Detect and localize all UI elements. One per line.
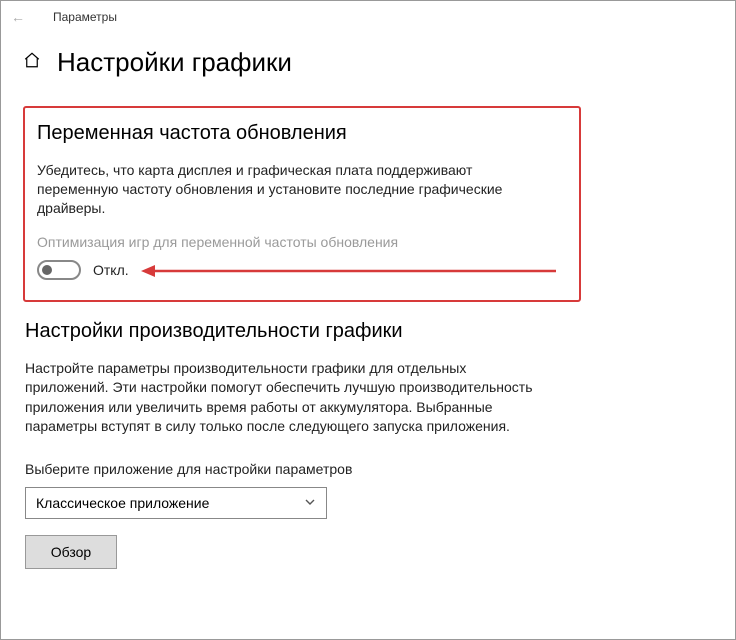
content-area: Настройки графики Переменная частота обн… bbox=[1, 33, 735, 589]
perf-description: Настройте параметры производительности г… bbox=[25, 359, 545, 437]
back-icon[interactable]: ← bbox=[11, 9, 31, 25]
page-header: Настройки графики bbox=[23, 47, 715, 78]
vrr-description: Убедитесь, что карта дисплея и графическ… bbox=[37, 161, 547, 218]
vrr-section-highlight: Переменная частота обновления Убедитесь,… bbox=[23, 106, 581, 302]
vrr-toggle[interactable] bbox=[37, 260, 81, 280]
vrr-heading: Переменная частота обновления bbox=[37, 122, 561, 145]
vrr-toggle-knob bbox=[42, 265, 52, 275]
home-icon[interactable] bbox=[23, 51, 41, 74]
vrr-toggle-state: Откл. bbox=[93, 262, 129, 278]
browse-button[interactable]: Обзор bbox=[25, 535, 117, 569]
page-title: Настройки графики bbox=[57, 47, 292, 78]
settings-window: ← Параметры Настройки графики Переменная… bbox=[0, 0, 736, 640]
titlebar: ← Параметры bbox=[1, 1, 735, 33]
vrr-toggle-label: Оптимизация игр для переменной частоты о… bbox=[37, 234, 561, 250]
vrr-toggle-row: Откл. bbox=[37, 260, 561, 280]
chevron-down-icon bbox=[304, 495, 316, 511]
perf-heading: Настройки производительности графики bbox=[25, 320, 715, 343]
app-select-label: Выберите приложение для настройки параме… bbox=[25, 461, 715, 477]
app-type-select[interactable]: Классическое приложение bbox=[25, 487, 327, 519]
window-title: Параметры bbox=[31, 10, 117, 24]
app-type-select-value: Классическое приложение bbox=[36, 495, 209, 511]
